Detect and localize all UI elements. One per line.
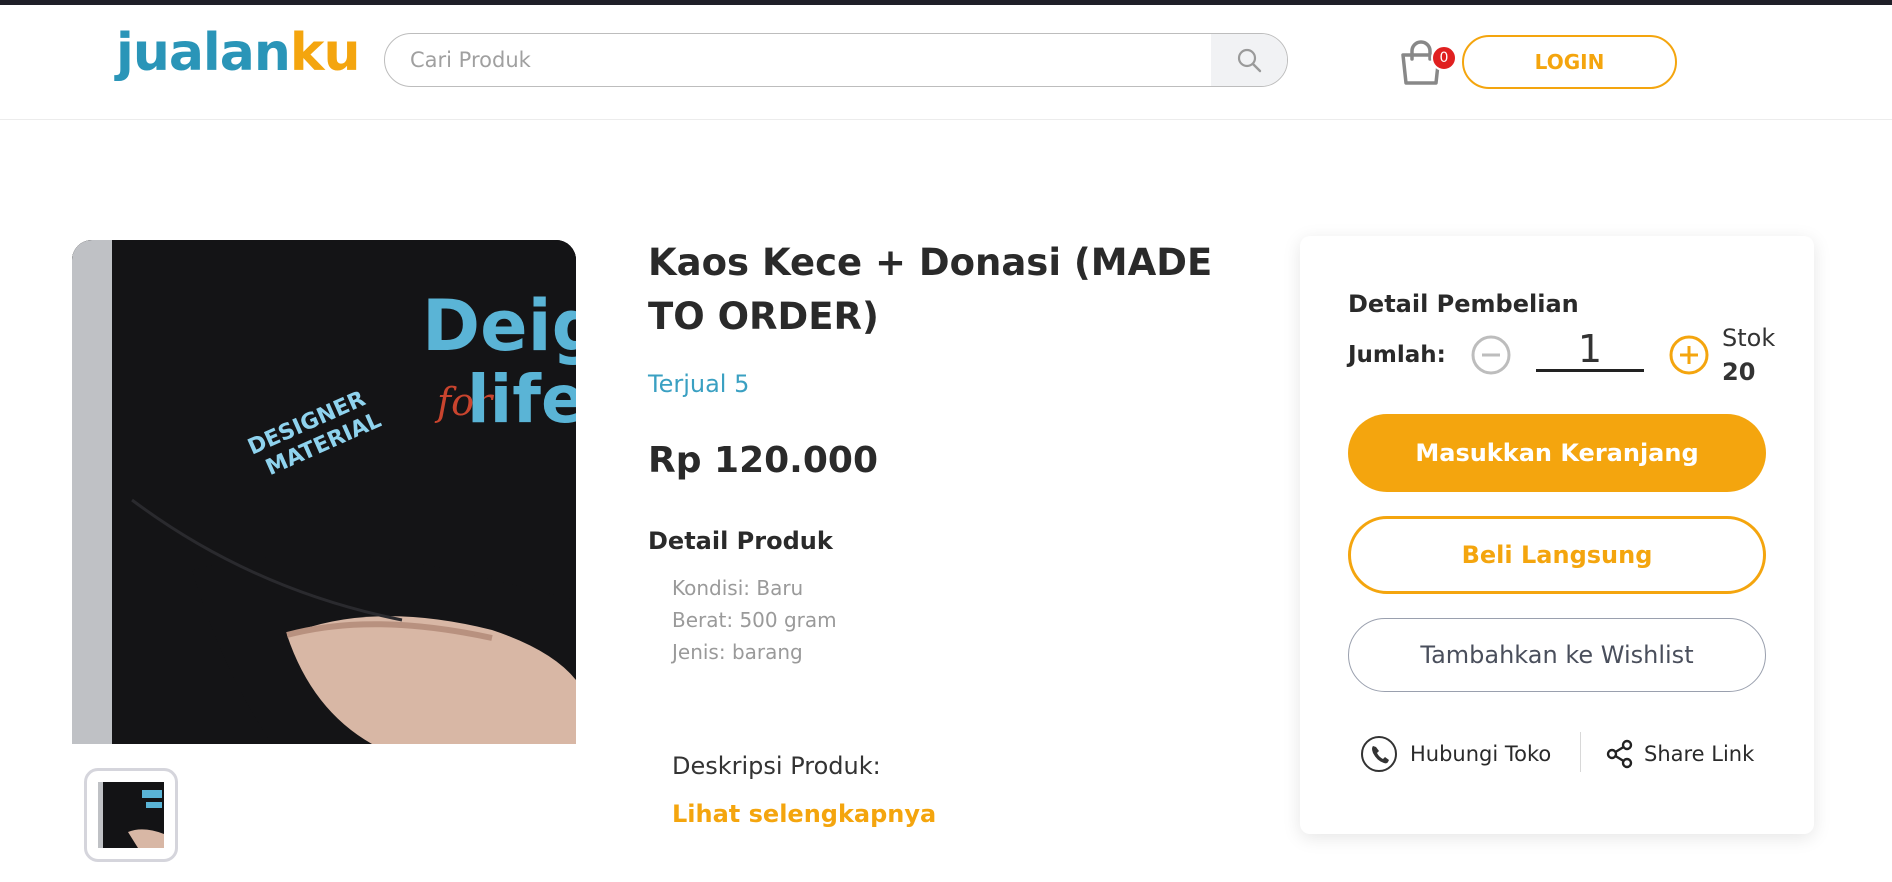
spec-type: Jenis: barang [672,640,803,664]
increase-quantity-button[interactable] [1668,334,1710,376]
product-price: Rp 120.000 [648,440,878,481]
action-divider [1580,732,1581,772]
search-input[interactable] [385,34,1211,86]
product-photo: Deign for life. DESIGNER MATERIAL [72,240,576,744]
search-bar [384,33,1288,87]
stock-value: 20 [1722,358,1756,386]
product-title: Kaos Kece + Donasi (MADE TO ORDER) [648,241,1213,338]
buy-now-button[interactable]: Beli Langsung [1348,516,1766,594]
add-to-cart-button[interactable]: Masukkan Keranjang [1348,414,1766,492]
product-specs: Kondisi: Baru Berat: 500 gram Jenis: bar… [672,572,837,668]
decrease-quantity-button[interactable] [1470,334,1512,376]
contact-store-label: Hubungi Toko [1410,742,1552,766]
share-icon [1606,739,1633,769]
stock-label: Stok [1722,324,1776,352]
purchase-heading: Detail Pembelian [1348,290,1579,318]
product-thumbnail[interactable] [84,768,178,862]
shirt-print-text: Deign [422,285,576,367]
see-more-link[interactable]: Lihat selengkapnya [672,800,936,828]
cart-count-badge: 0 [1431,45,1457,71]
logo-text-accent: ku [289,23,361,83]
phone-icon [1361,736,1397,772]
spec-weight: Berat: 500 gram [672,608,837,632]
product-detail-heading: Detail Produk [648,527,833,555]
add-to-wishlist-button[interactable]: Tambahkan ke Wishlist [1348,618,1766,692]
site-header: jualanku 0 LOGIN [0,5,1892,120]
product-image[interactable]: Deign for life. DESIGNER MATERIAL [72,240,576,744]
share-link-label: Share Link [1644,742,1755,766]
search-button[interactable] [1211,34,1287,86]
sold-count: Terjual 5 [648,370,750,398]
purchase-panel: Detail Pembelian Jumlah: Stok 20 Masukka… [1300,236,1814,834]
thumbnail-image [98,782,164,848]
contact-store-button[interactable]: Hubungi Toko [1360,732,1551,776]
share-link-button[interactable]: Share Link [1606,732,1754,776]
shirt-print-text-2: life. [467,361,576,438]
quantity-label: Jumlah: [1348,342,1446,368]
spec-condition: Kondisi: Baru [672,576,804,600]
login-button[interactable]: LOGIN [1462,35,1677,89]
site-logo[interactable]: jualanku [116,27,360,79]
logo-text-primary: jualan [116,23,291,83]
search-icon [1237,48,1262,73]
quantity-input[interactable] [1536,328,1644,372]
description-heading: Deskripsi Produk: [672,752,881,780]
